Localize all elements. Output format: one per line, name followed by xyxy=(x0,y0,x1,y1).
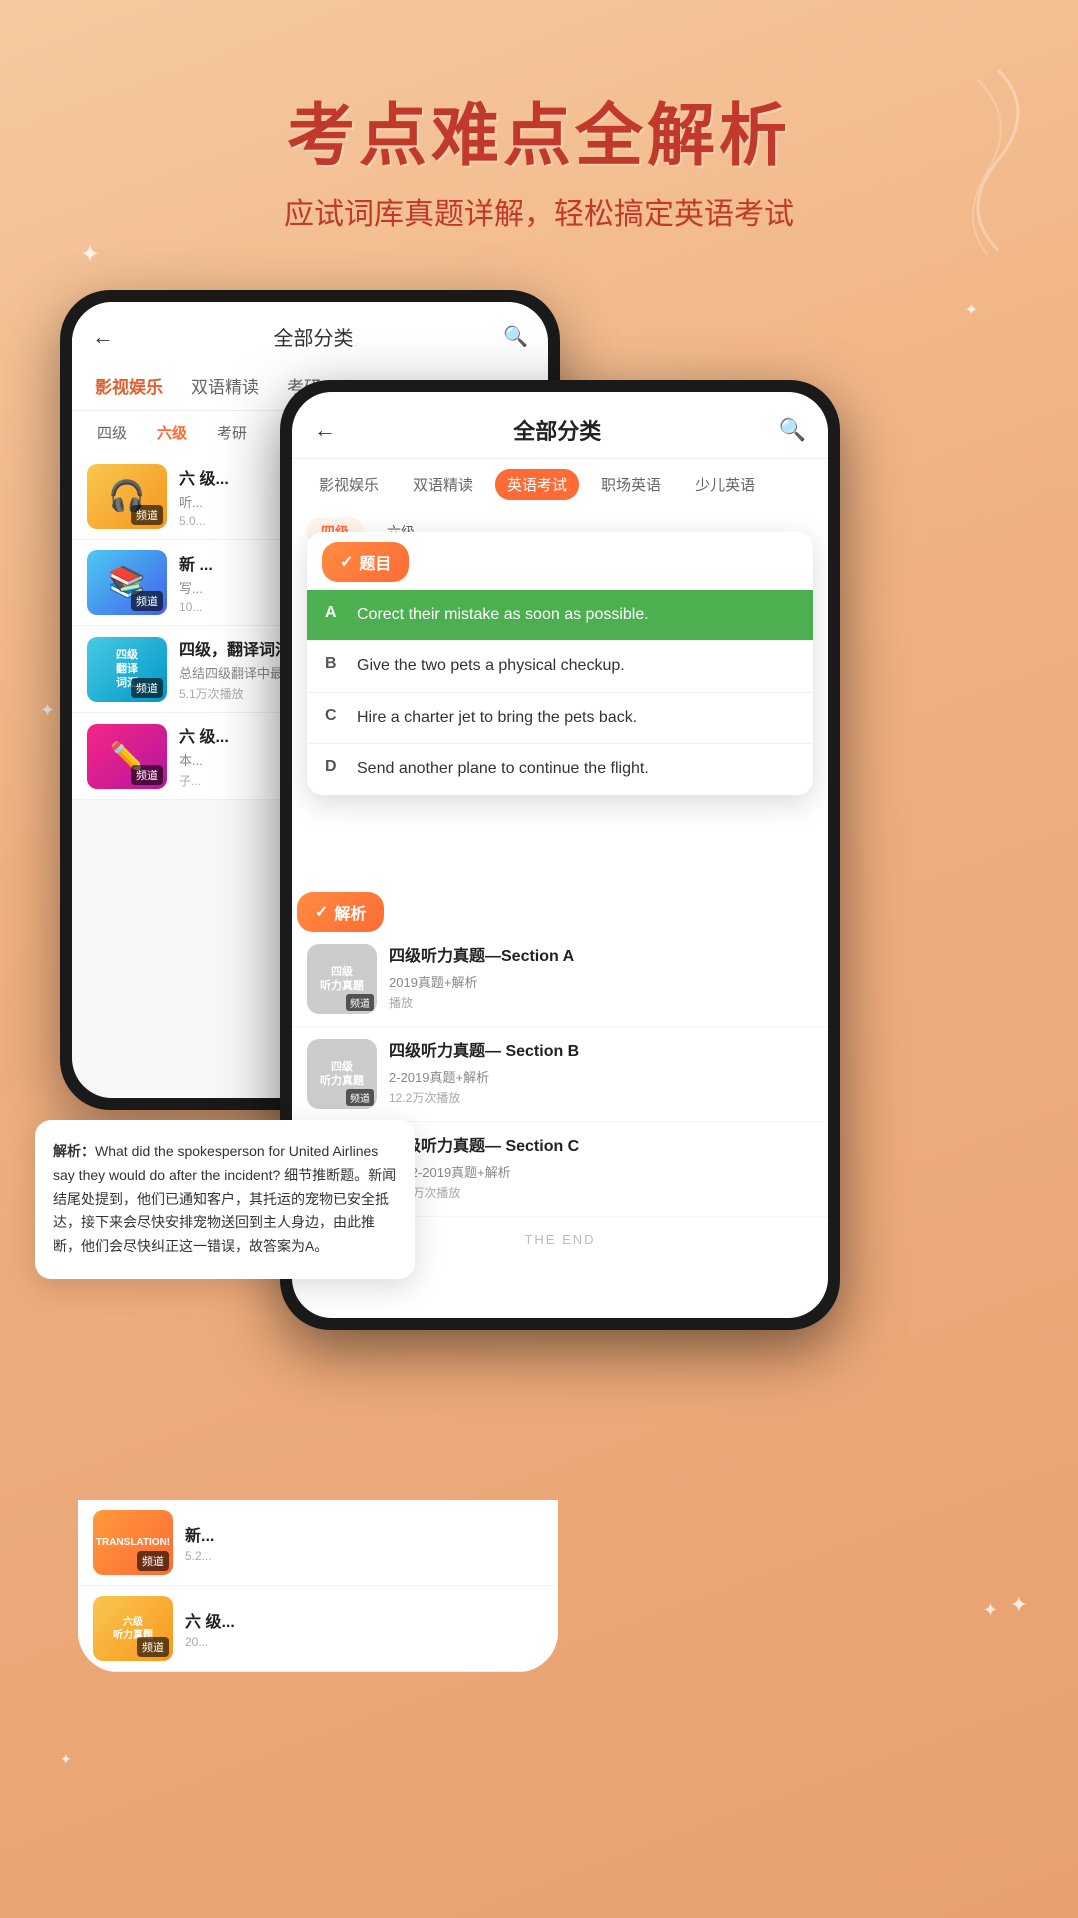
back-bottom-title-2: 六 级... xyxy=(185,1608,543,1632)
front-item-title-1: 四级听力真题—Section A xyxy=(389,947,813,968)
question-badge: ✓ 题目 xyxy=(322,542,409,582)
back-subtab-6[interactable]: 六级 xyxy=(147,419,197,446)
front-label-2: 频道 xyxy=(346,1089,374,1106)
front-item-info-1: 四级听力真题—Section A 2019真题+解析 播放 xyxy=(389,947,813,1011)
back-label-2: 频道 xyxy=(131,591,163,611)
sparkle-3: ✦ xyxy=(40,700,55,721)
sparkle-6: ✦ xyxy=(983,1600,998,1621)
front-nav: ← 全部分类 🔍 xyxy=(292,392,828,459)
option-d-row[interactable]: D Send another plane to continue the fli… xyxy=(307,744,813,794)
back-tab-entertainment[interactable]: 影视娱乐 xyxy=(87,369,171,402)
front-item-desc-3: 2022-2019真题+解析 xyxy=(389,1162,813,1181)
check-icon: ✓ xyxy=(340,552,353,572)
back-bottom-label-1: 频道 xyxy=(137,1551,169,1571)
back-thumb-2: 📚 频道 xyxy=(87,550,167,615)
front-label-1: 频道 xyxy=(346,994,374,1011)
sparkle-2: ✦ xyxy=(965,300,978,320)
question-card: ✓ 题目 A Corect their mistake as soon as p… xyxy=(307,532,813,795)
back-subtab-4[interactable]: 四级 xyxy=(87,419,137,446)
front-nav-title: 全部分类 xyxy=(336,414,779,446)
front-item-count-1: 播放 xyxy=(389,994,813,1011)
front-thumb-text-1: 四级听力真题 xyxy=(320,965,364,994)
option-c-letter: C xyxy=(325,707,345,725)
back-bottom-count-2: 20... xyxy=(185,1635,543,1649)
back-label-4: 频道 xyxy=(131,765,163,785)
back-arrow-icon[interactable]: ← xyxy=(92,324,114,350)
sparkle-1: ✦ xyxy=(80,240,100,269)
back-bottom-info-1: 新... 5.2... xyxy=(185,1522,543,1563)
front-thumb-2: 四级听力真题 频道 xyxy=(307,1039,377,1109)
front-list-item-1[interactable]: 四级听力真题 频道 四级听力真题—Section A 2019真题+解析 播放 xyxy=(292,932,828,1027)
front-search-icon[interactable]: 🔍 xyxy=(779,417,806,443)
back-bottom-item-2[interactable]: 六级听力真题 频道 六 级... 20... xyxy=(78,1586,558,1672)
back-bottom-title-1: 新... xyxy=(185,1522,543,1546)
header-area: 考点难点全解析 应试词库真题详解，轻松搞定英语考试 xyxy=(0,80,1078,233)
back-bottom-thumb-2: 六级听力真题 频道 xyxy=(93,1596,173,1661)
front-item-count-2: 12.2万次播放 xyxy=(389,1089,813,1106)
analysis-check-icon: ✓ xyxy=(315,902,328,922)
front-tab-english-exam[interactable]: 英语考试 xyxy=(495,469,579,500)
back-tab-bilingual[interactable]: 双语精读 xyxy=(183,369,267,402)
front-tab-bilingual[interactable]: 双语精读 xyxy=(401,469,485,500)
option-a-row[interactable]: A Corect their mistake as soon as possib… xyxy=(307,590,813,641)
question-badge-label: 题目 xyxy=(359,550,391,574)
back-label-1: 频道 xyxy=(131,505,163,525)
front-item-title-2: 四级听力真题— Section B xyxy=(389,1042,813,1063)
front-tab-workplace[interactable]: 职场英语 xyxy=(589,469,673,500)
front-thumb-text-2: 四级听力真题 xyxy=(320,1060,364,1089)
back-bottom-count-1: 5.2... xyxy=(185,1549,543,1563)
sparkle-4: ✦ xyxy=(1010,1592,1028,1618)
back-thumb-3: 四级翻译词汇 频道 xyxy=(87,637,167,702)
back-phone-bottom: TRANSLATION! 频道 新... 5.2... 六级听力真题 频道 六 … xyxy=(78,1500,558,1672)
analysis-badge-label: 解析 xyxy=(334,900,366,924)
front-tabs-row: 影视娱乐 双语精读 英语考试 职场英语 少儿英语 xyxy=(292,459,828,510)
sparkle-5: ✦ xyxy=(60,1751,72,1768)
back-subtab-kaoyan[interactable]: 考研 xyxy=(207,419,257,446)
back-label-3: 频道 xyxy=(131,678,163,698)
analysis-body: What did the spokesperson for United Air… xyxy=(53,1143,396,1254)
option-d-letter: D xyxy=(325,758,345,776)
main-title: 考点难点全解析 xyxy=(0,80,1078,179)
front-list-item-2[interactable]: 四级听力真题 频道 四级听力真题— Section B 2-2019真题+解析 … xyxy=(292,1027,828,1122)
option-c-row[interactable]: C Hire a charter jet to bring the pets b… xyxy=(307,693,813,744)
analysis-badge: ✓ 解析 xyxy=(297,892,384,932)
back-bottom-label-2: 频道 xyxy=(137,1637,169,1657)
back-nav: ← 全部分类 🔍 xyxy=(72,302,548,361)
option-d-text: Send another plane to continue the fligh… xyxy=(357,758,649,780)
front-item-title-3: 四级听力真题— Section C xyxy=(389,1137,813,1158)
option-b-row[interactable]: B Give the two pets a physical checkup. xyxy=(307,641,813,692)
front-item-desc-2: 2-2019真题+解析 xyxy=(389,1067,813,1086)
back-bottom-thumb-1: TRANSLATION! 频道 xyxy=(93,1510,173,1575)
front-back-icon[interactable]: ← xyxy=(314,417,336,443)
front-item-count-3: 12.2万次播放 xyxy=(389,1184,813,1201)
front-thumb-1: 四级听力真题 频道 xyxy=(307,944,377,1014)
option-b-text: Give the two pets a physical checkup. xyxy=(357,655,625,677)
analysis-box: 解析：What did the spokesperson for United … xyxy=(35,1120,415,1279)
back-thumb-1: 🎧 频道 xyxy=(87,464,167,529)
front-item-info-2: 四级听力真题— Section B 2-2019真题+解析 12.2万次播放 xyxy=(389,1042,813,1106)
back-search-icon[interactable]: 🔍 xyxy=(503,324,528,349)
back-thumb-4: ✏️ 频道 xyxy=(87,724,167,789)
deco-swirl xyxy=(918,60,1038,260)
back-bottom-item-1[interactable]: TRANSLATION! 频道 新... 5.2... xyxy=(78,1500,558,1586)
back-nav-title: 全部分类 xyxy=(124,322,503,351)
option-c-text: Hire a charter jet to bring the pets bac… xyxy=(357,707,637,729)
option-b-letter: B xyxy=(325,655,345,673)
option-a-text: Corect their mistake as soon as possible… xyxy=(357,604,649,626)
analysis-text: 解析： xyxy=(53,1143,95,1159)
option-a-letter: A xyxy=(325,604,345,622)
front-tab-children[interactable]: 少儿英语 xyxy=(683,469,767,500)
back-bottom-info-2: 六 级... 20... xyxy=(185,1608,543,1649)
front-item-desc-1: 2019真题+解析 xyxy=(389,972,813,991)
main-subtitle: 应试词库真题详解，轻松搞定英语考试 xyxy=(0,189,1078,233)
front-item-info-3: 四级听力真题— Section C 2022-2019真题+解析 12.2万次播… xyxy=(389,1137,813,1201)
front-tab-entertainment[interactable]: 影视娱乐 xyxy=(307,469,391,500)
